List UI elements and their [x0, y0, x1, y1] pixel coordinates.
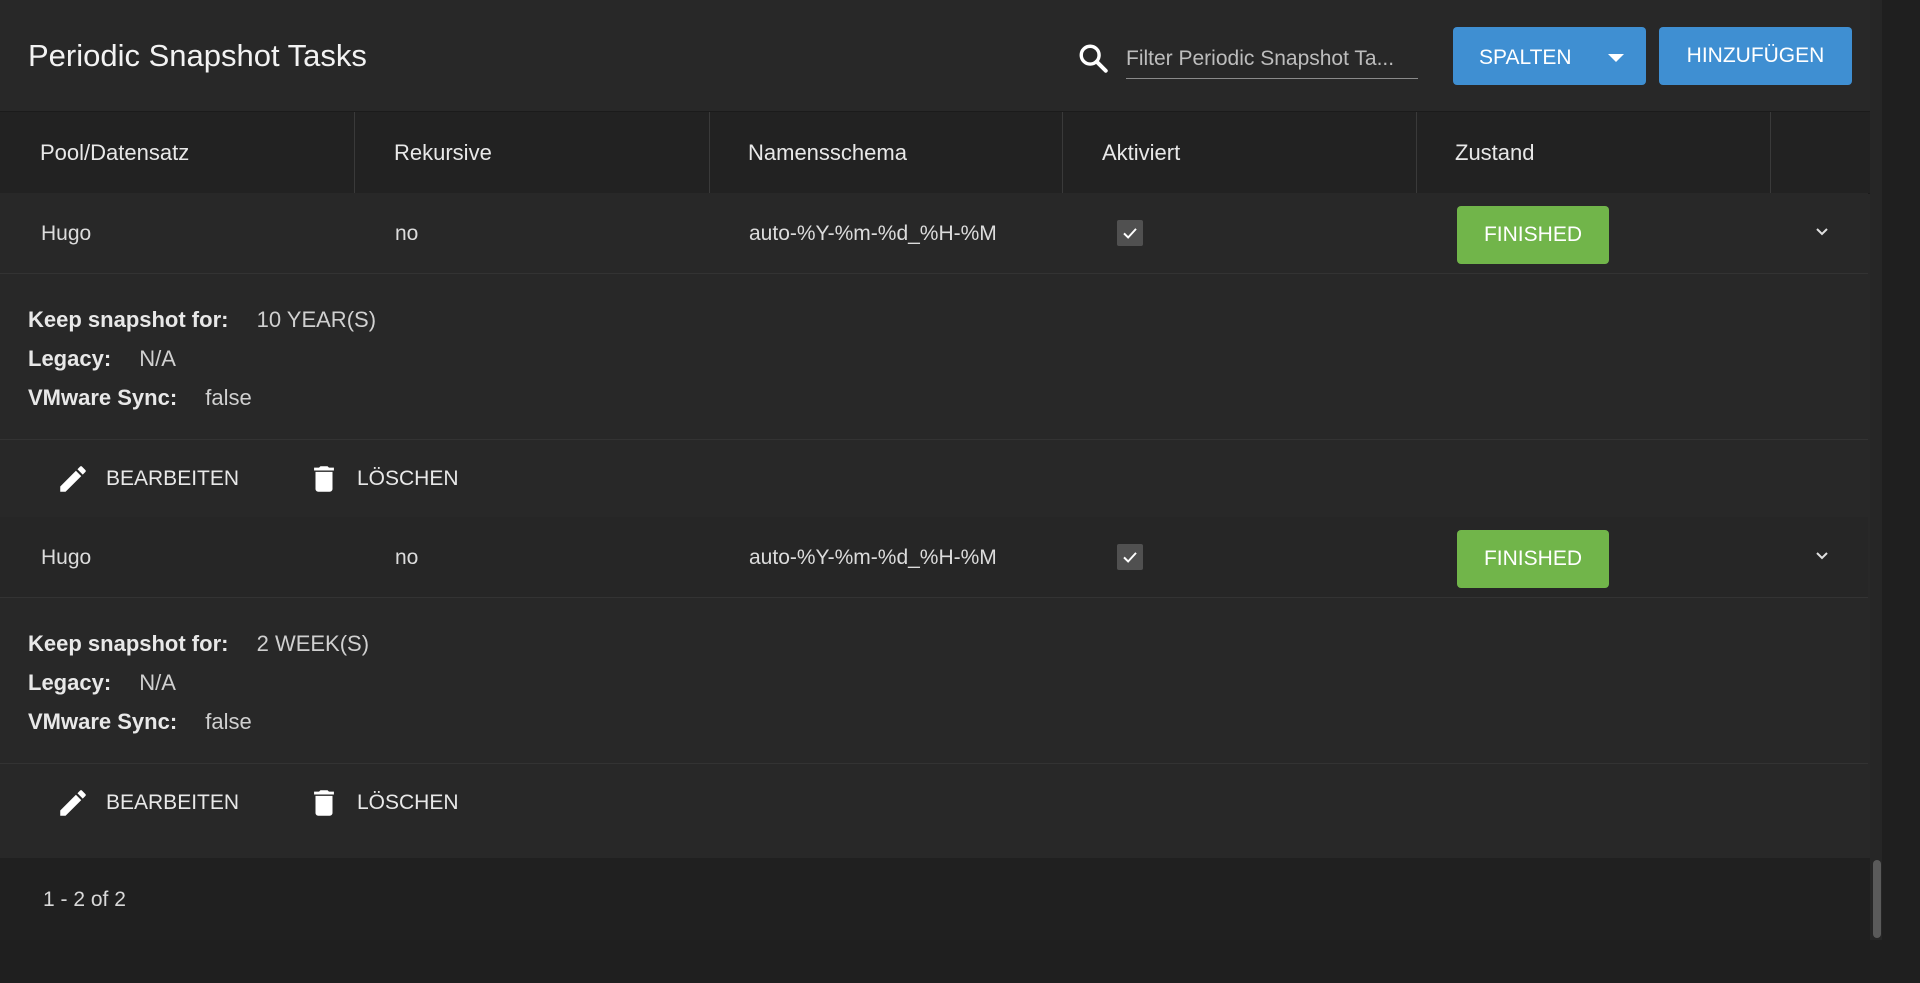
column-divider	[354, 112, 355, 193]
snapshot-tasks-card: Periodic Snapshot Tasks SPALTEN HINZUFÜG…	[0, 0, 1882, 940]
legacy-value: N/A	[139, 346, 176, 371]
column-divider	[1062, 112, 1063, 193]
trash-icon	[314, 790, 334, 816]
recursive-cell: no	[395, 546, 419, 569]
column-divider	[709, 112, 710, 193]
pagination-range: 1 - 2 of 2	[43, 888, 126, 911]
keep-snapshot-line: Keep snapshot for: 2 WEEK(S)	[28, 631, 369, 657]
legacy-line: Legacy: N/A	[28, 670, 176, 696]
enabled-checkbox[interactable]	[1117, 220, 1143, 246]
column-header-state[interactable]: Zustand	[1455, 112, 1535, 193]
vmware-sync-label: VMware Sync:	[28, 709, 178, 734]
row-details: Keep snapshot for: 10 YEAR(S) Legacy: N/…	[0, 274, 1868, 438]
page-title: Periodic Snapshot Tasks	[28, 38, 367, 73]
legacy-line: Legacy: N/A	[28, 346, 176, 372]
scrollbar-thumb[interactable]	[1873, 860, 1881, 938]
edit-label: BEARBEITEN	[106, 467, 240, 490]
row-details: Keep snapshot for: 2 WEEK(S) Legacy: N/A…	[0, 598, 1868, 762]
table-row[interactable]: Hugo no auto-%Y-%m-%d_%H-%M FINISHED	[0, 193, 1868, 274]
dataset-cell: Hugo	[41, 222, 92, 245]
scrollbar-track[interactable]	[1870, 0, 1882, 940]
status-badge[interactable]: FINISHED	[1457, 530, 1609, 588]
legacy-label: Legacy:	[28, 670, 112, 695]
keep-snapshot-value: 2 WEEK(S)	[256, 631, 370, 656]
search-input[interactable]	[1126, 40, 1418, 79]
column-header-naming-schema[interactable]: Namensschema	[748, 112, 907, 193]
pencil-icon	[60, 790, 86, 816]
search-icon[interactable]	[1076, 41, 1110, 75]
vmware-sync-line: VMware Sync: false	[28, 385, 252, 411]
table-row[interactable]: Hugo no auto-%Y-%m-%d_%H-%M FINISHED	[0, 517, 1868, 598]
edit-label: BEARBEITEN	[106, 791, 240, 814]
chevron-down-icon[interactable]	[1812, 225, 1832, 239]
column-divider	[1770, 112, 1771, 193]
keep-snapshot-label: Keep snapshot for:	[28, 631, 229, 656]
column-header-dataset[interactable]: Pool/Datensatz	[40, 112, 189, 193]
delete-button[interactable]: LÖSCHEN	[307, 764, 459, 842]
keep-snapshot-value: 10 YEAR(S)	[256, 307, 377, 332]
vmware-sync-line: VMware Sync: false	[28, 709, 252, 735]
delete-button[interactable]: LÖSCHEN	[307, 440, 459, 518]
legacy-label: Legacy:	[28, 346, 112, 371]
pencil-icon	[60, 466, 86, 492]
column-header-recursive[interactable]: Rekursive	[394, 112, 492, 193]
edit-button[interactable]: BEARBEITEN	[56, 764, 239, 842]
recursive-cell: no	[395, 222, 419, 245]
vmware-sync-label: VMware Sync:	[28, 385, 178, 410]
delete-label: LÖSCHEN	[357, 467, 459, 490]
naming-schema-cell: auto-%Y-%m-%d_%H-%M	[749, 546, 997, 569]
legacy-value: N/A	[139, 670, 176, 695]
checkmark-icon	[1123, 552, 1137, 563]
checkmark-icon	[1123, 228, 1137, 239]
keep-snapshot-label: Keep snapshot for:	[28, 307, 229, 332]
enabled-checkbox[interactable]	[1117, 544, 1143, 570]
delete-label: LÖSCHEN	[357, 791, 459, 814]
row-actions: BEARBEITEN LÖSCHEN	[0, 439, 1868, 518]
column-divider	[1416, 112, 1417, 193]
chevron-down-icon[interactable]	[1812, 549, 1832, 563]
table-footer: 1 - 2 of 2	[0, 858, 1882, 940]
dataset-cell: Hugo	[41, 546, 92, 569]
caret-down-icon	[1608, 54, 1624, 62]
vmware-sync-value: false	[205, 385, 252, 410]
keep-snapshot-line: Keep snapshot for: 10 YEAR(S)	[28, 307, 376, 333]
column-header-enabled[interactable]: Aktiviert	[1102, 112, 1180, 193]
table-header: Pool/Datensatz Rekursive Namensschema Ak…	[0, 111, 1882, 194]
trash-icon	[314, 466, 334, 492]
vmware-sync-value: false	[205, 709, 252, 734]
columns-button[interactable]: SPALTEN	[1453, 27, 1646, 85]
naming-schema-cell: auto-%Y-%m-%d_%H-%M	[749, 222, 997, 245]
edit-button[interactable]: BEARBEITEN	[56, 440, 239, 518]
add-button[interactable]: HINZUFÜGEN	[1659, 27, 1852, 85]
status-badge[interactable]: FINISHED	[1457, 206, 1609, 264]
row-actions: BEARBEITEN LÖSCHEN	[0, 763, 1868, 842]
toolbar: Periodic Snapshot Tasks SPALTEN HINZUFÜG…	[0, 0, 1882, 111]
columns-button-label: SPALTEN	[1479, 46, 1572, 69]
